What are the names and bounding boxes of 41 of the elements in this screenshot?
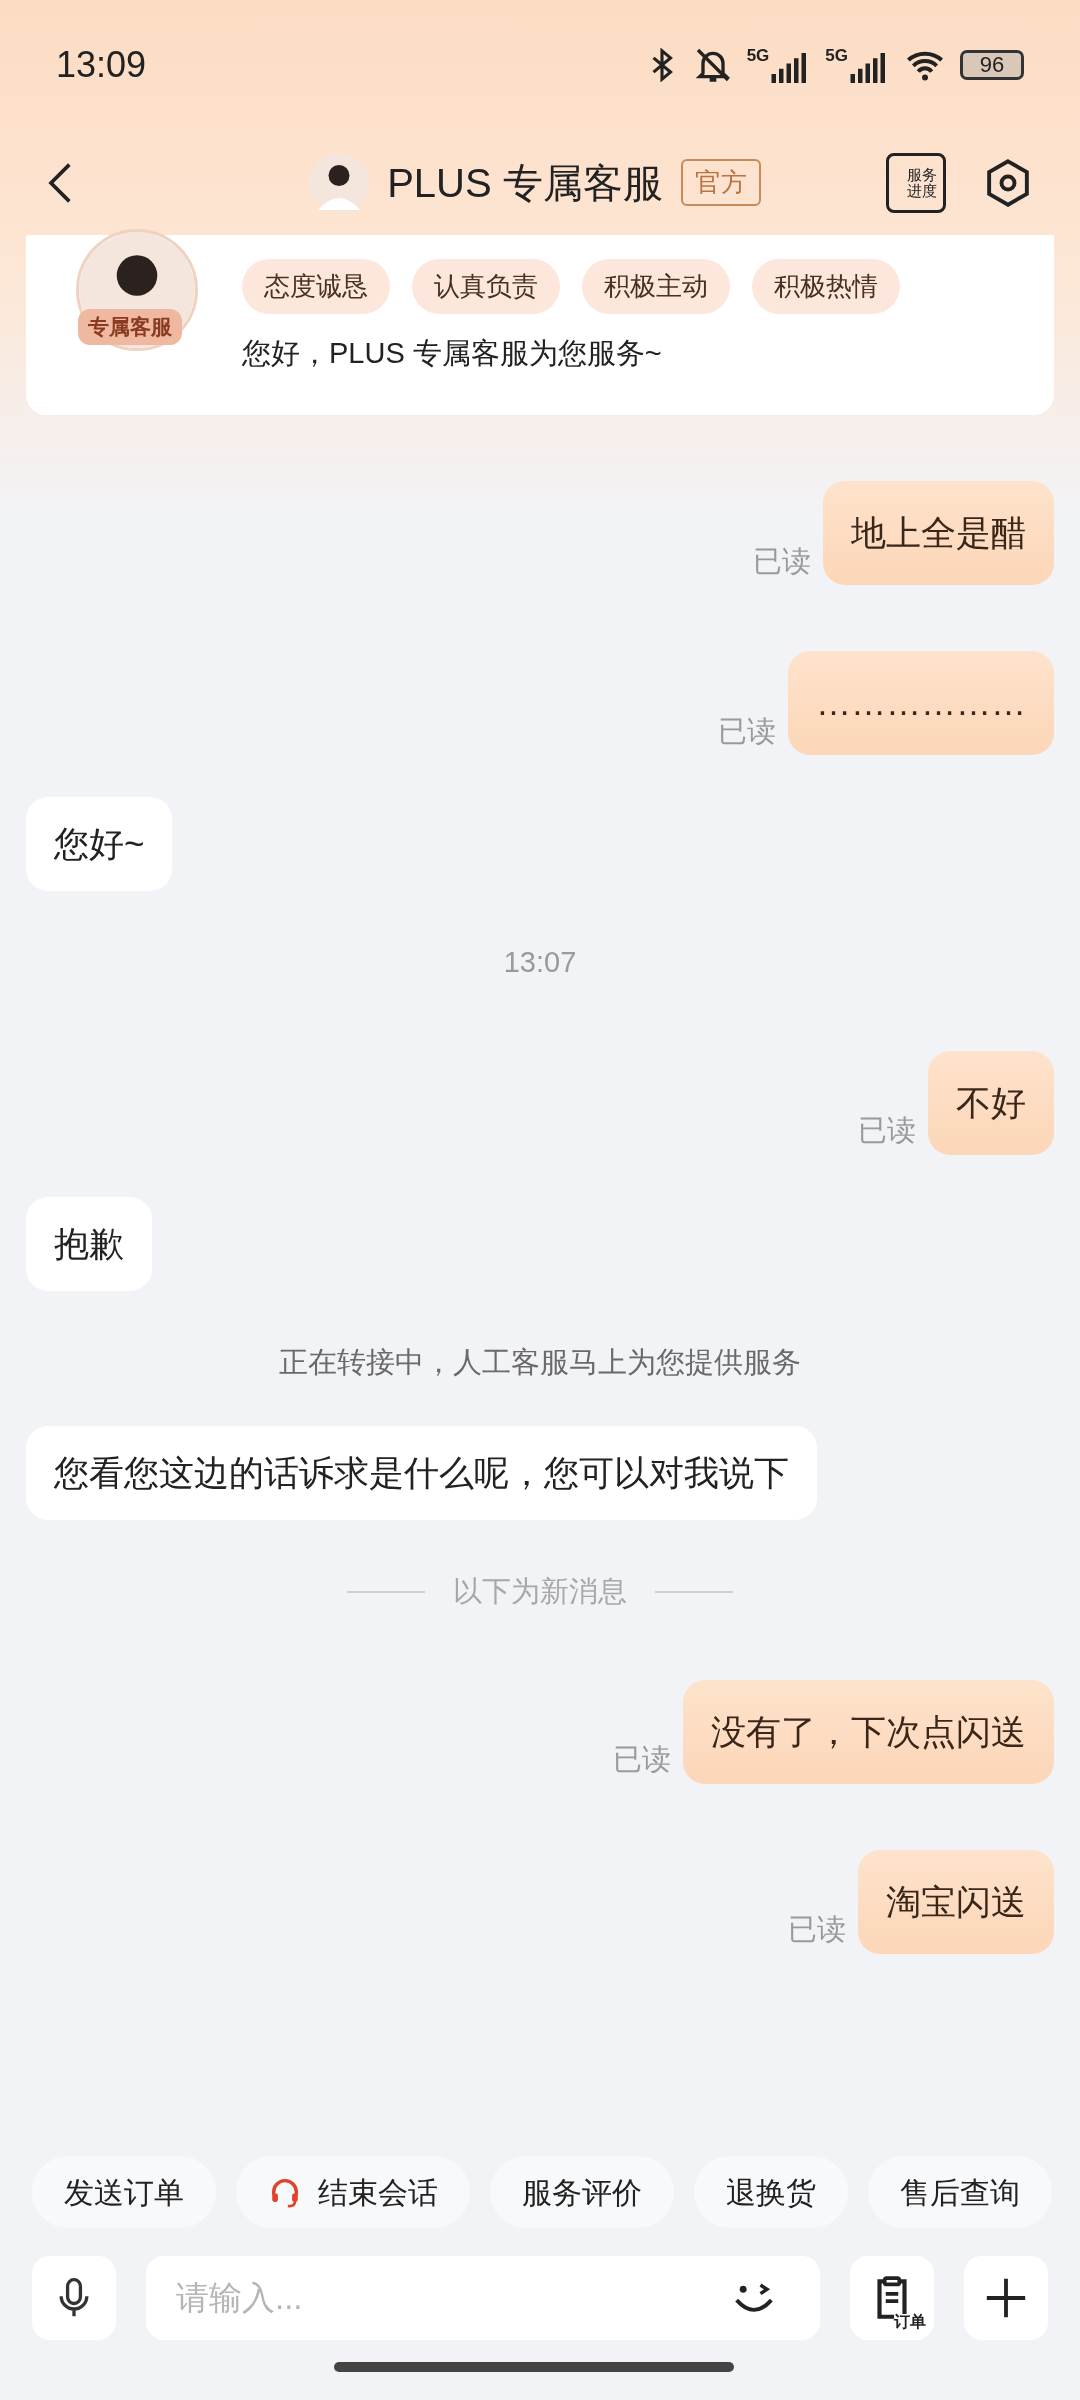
agent-label: 专属客服 bbox=[78, 309, 182, 345]
trait-tag: 态度诚恳 bbox=[242, 259, 390, 314]
official-badge: 官方 bbox=[680, 159, 761, 206]
outgoing-message: ……………… bbox=[788, 651, 1054, 755]
read-status: 已读 bbox=[718, 713, 776, 749]
incoming-message: 您看您这边的话诉求是什么呢，您可以对我说下 bbox=[26, 1426, 817, 1520]
status-time: 13:09 bbox=[56, 43, 147, 87]
trait-tag: 认真负责 bbox=[412, 259, 560, 314]
timestamp: 13:07 bbox=[503, 945, 577, 980]
quick-action-chip[interactable]: 结束会话 bbox=[236, 2156, 470, 2228]
chat-title: PLUS 专属客服 bbox=[387, 159, 663, 207]
new-messages-divider: 以下为新消息 bbox=[453, 1574, 627, 1609]
battery-indicator: 96 bbox=[960, 50, 1024, 80]
greeting-text: 您好，PLUS 专属客服为您服务~ bbox=[242, 336, 663, 371]
outgoing-message: 没有了，下次点闪送 bbox=[683, 1679, 1054, 1784]
system-notice: 正在转接中，人工客服马上为您提供服务 bbox=[279, 1344, 801, 1380]
order-label: 订单 bbox=[894, 2314, 926, 2330]
incoming-message: 您好~ bbox=[26, 797, 173, 891]
trait-tag: 积极热情 bbox=[752, 259, 900, 314]
network-type: 5G bbox=[746, 47, 770, 64]
voice-button[interactable] bbox=[32, 2256, 116, 2340]
quick-action-chip[interactable]: 退换货 bbox=[694, 2156, 848, 2228]
agent-avatar bbox=[309, 152, 370, 213]
outgoing-message: 不好 bbox=[928, 1050, 1054, 1155]
read-status: 已读 bbox=[613, 1742, 671, 1777]
trait-tag: 积极主动 bbox=[582, 259, 730, 314]
quick-action-chip[interactable]: 服务评价 bbox=[490, 2156, 674, 2228]
outgoing-message: 地上全是醋 bbox=[823, 481, 1054, 585]
network-type: 5G bbox=[825, 47, 848, 64]
message-field[interactable]: 请输入... bbox=[146, 2256, 820, 2340]
add-button[interactable] bbox=[964, 2256, 1048, 2340]
read-status: 已读 bbox=[753, 543, 811, 579]
quick-action-chip[interactable]: 售后查询 bbox=[868, 2156, 1052, 2228]
order-button[interactable]: 订单 bbox=[850, 2256, 934, 2340]
quick-action-chip[interactable]: 发送订单 bbox=[32, 2156, 216, 2228]
service-progress-button[interactable]: 服务进度 bbox=[886, 152, 946, 213]
read-status: 已读 bbox=[858, 1113, 916, 1148]
read-status: 已读 bbox=[788, 1912, 846, 1947]
outgoing-message: 淘宝闪送 bbox=[858, 1849, 1054, 1954]
message-input[interactable]: 请输入... bbox=[176, 2273, 728, 2323]
incoming-message: 抱歉 bbox=[26, 1196, 152, 1291]
